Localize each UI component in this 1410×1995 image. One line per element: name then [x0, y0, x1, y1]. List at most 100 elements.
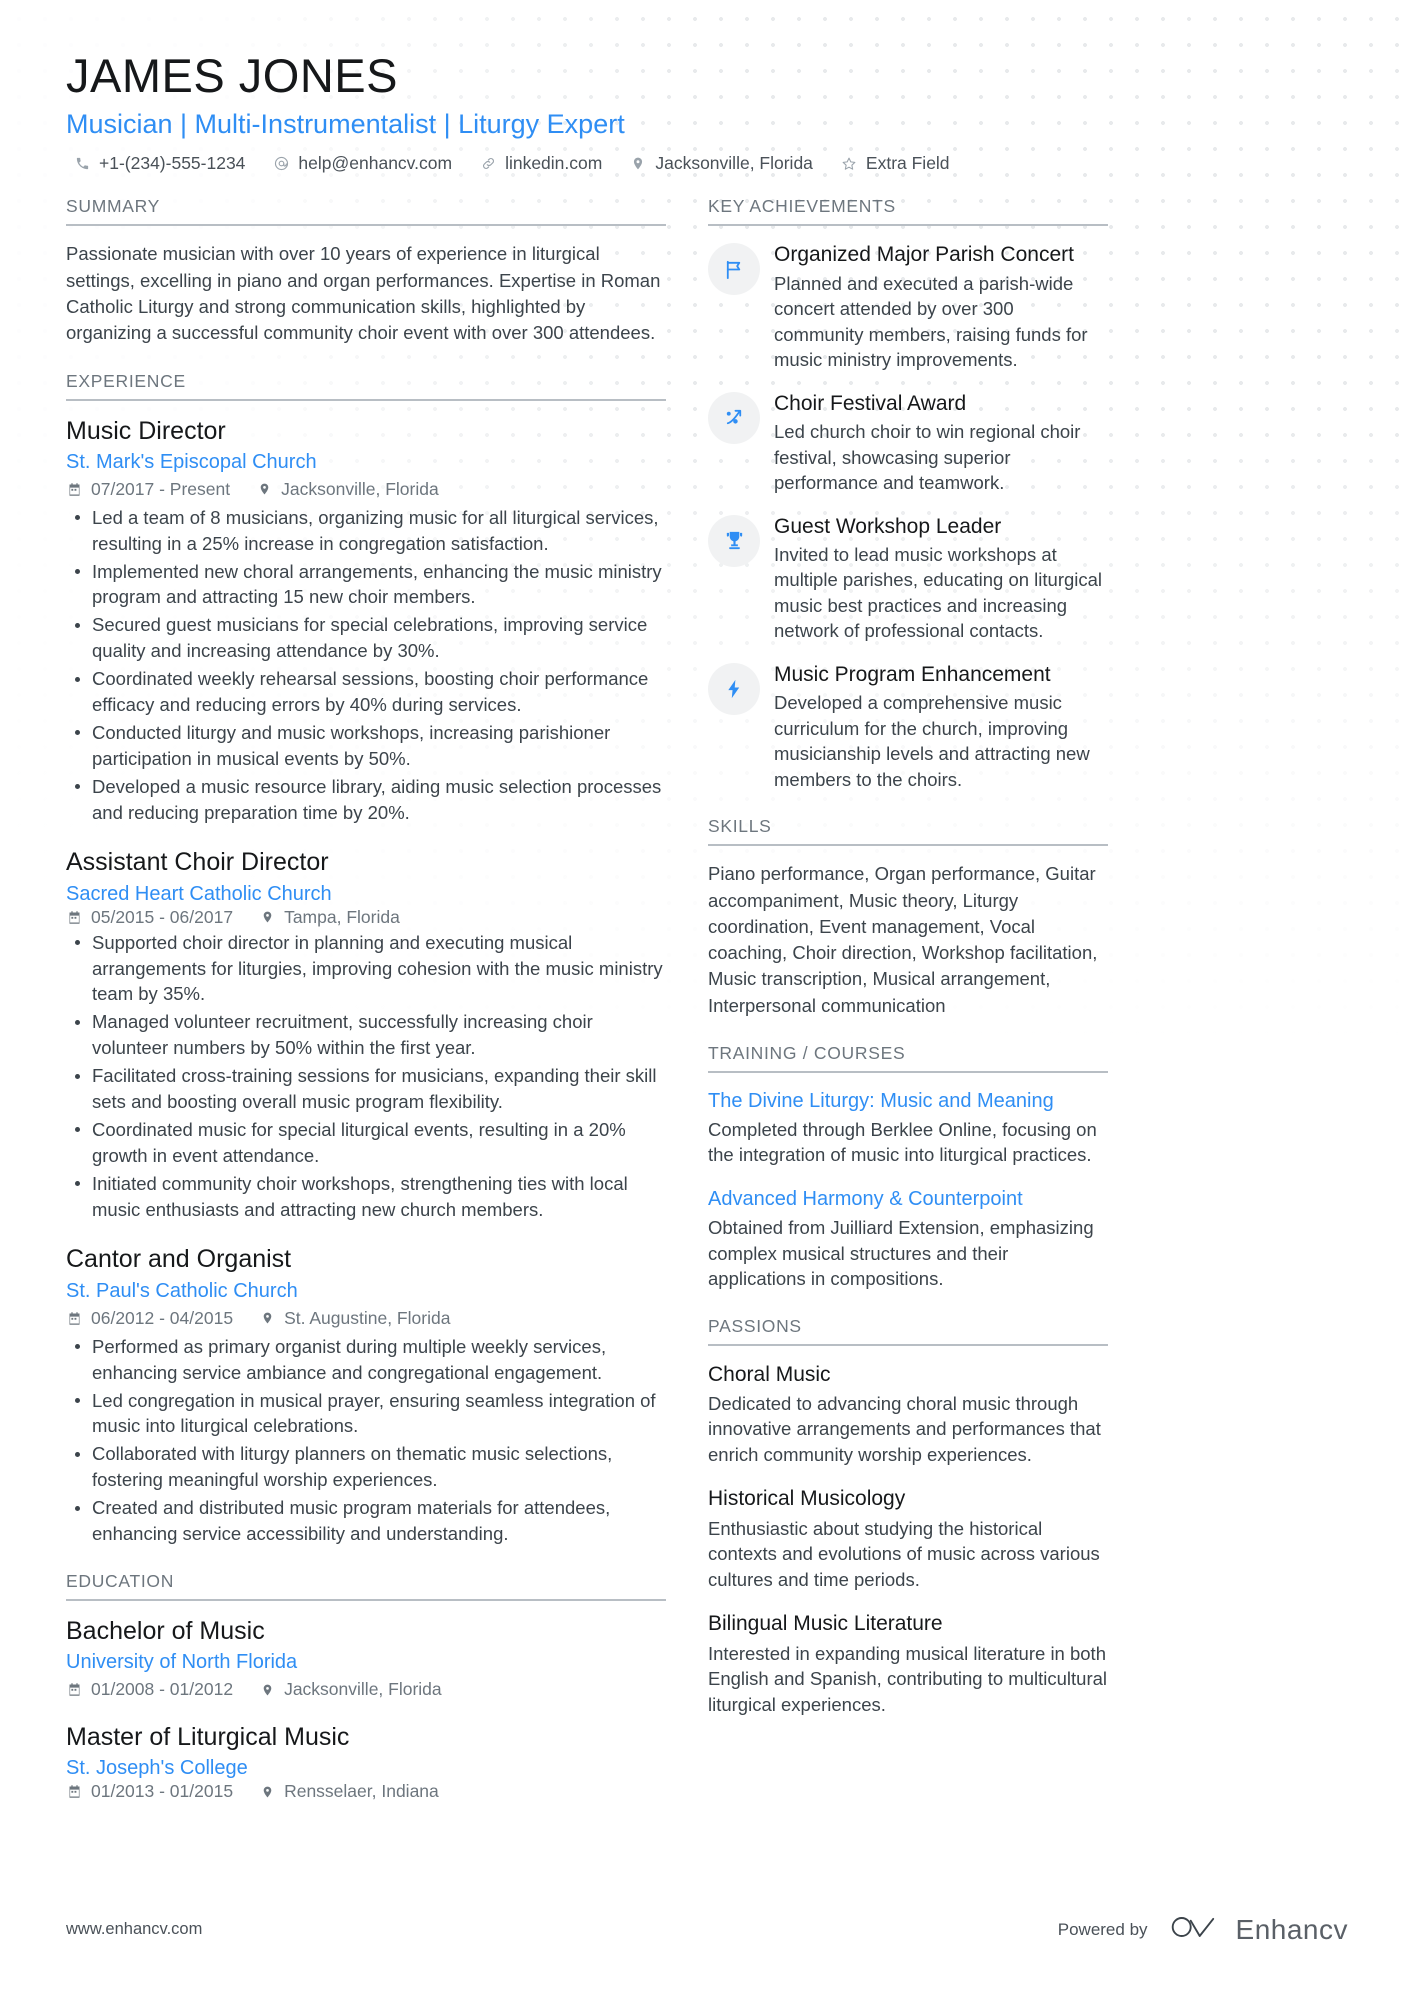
- achievement-item: Choir Festival Award Led church choir to …: [708, 390, 1108, 496]
- experience-dates-text: 05/2015 - 06/2017: [91, 906, 234, 927]
- achievement-title: Guest Workshop Leader: [774, 514, 1002, 538]
- education-institution[interactable]: St. Joseph's College: [66, 1755, 248, 1781]
- location-icon: [628, 155, 648, 172]
- experience-bullet: Implemented new choral arrangements, enh…: [66, 559, 666, 611]
- contact-location[interactable]: Jacksonville, Florida: [628, 153, 813, 174]
- training-course-description: Completed through Berklee Online, focusi…: [708, 1118, 1097, 1166]
- calendar-icon: [66, 1784, 83, 1799]
- passion-entry: Choral Music Dedicated to advancing chora…: [708, 1361, 1108, 1468]
- section-title-passions: PASSIONS: [708, 1316, 1108, 1346]
- education-location: Rensselaer, Indiana: [259, 1781, 439, 1802]
- section-title-summary: SUMMARY: [66, 196, 666, 227]
- experience-location: Tampa, Florida: [259, 907, 400, 928]
- education-location-text: Jacksonville, Florida: [284, 1679, 442, 1700]
- education-entry: Master of Liturgical Music St. Joseph's C…: [66, 1722, 666, 1802]
- passion-description: Dedicated to advancing choral music thro…: [708, 1392, 1101, 1465]
- passion-description: Enthusiastic about studying the historic…: [708, 1517, 1100, 1590]
- phone-icon: [72, 156, 92, 171]
- passion-title: Bilingual Music Literature: [708, 1612, 943, 1636]
- contact-phone[interactable]: +1-(234)-555-1234: [72, 153, 245, 174]
- experience-meta-row: 07/2017 - Present Jacksonville, Florida: [66, 479, 666, 500]
- education-dates: 01/2008 - 01/2012: [66, 1679, 233, 1700]
- section-title-key-achievements: KEY ACHIEVEMENTS: [708, 196, 1108, 227]
- experience-location: Jacksonville, Florida: [256, 479, 439, 500]
- education-meta-row: 01/2013 - 01/2015 Rensselaer, Indiana: [66, 1781, 465, 1802]
- education-degree-title: Bachelor of Music: [66, 1616, 265, 1645]
- education-entry: Bachelor of Music University of North Flo…: [66, 1616, 666, 1700]
- contact-extra-field[interactable]: Extra Field: [839, 153, 950, 174]
- page-footer: www.enhancv.com Powered by Enhancv: [0, 1912, 1410, 1947]
- passion-title: Choral Music: [708, 1362, 831, 1386]
- experience-location-text: Jacksonville, Florida: [281, 478, 439, 499]
- experience-job-title: Music Director: [66, 416, 226, 445]
- lightning-icon: [708, 663, 760, 715]
- trophy-icon: [708, 514, 760, 567]
- education-dates-text: 01/2013 - 01/2015: [91, 1781, 234, 1802]
- training-course-title[interactable]: Advanced Harmony & Counterpoint: [708, 1186, 1108, 1212]
- experience-meta-row: 06/2012 - 04/2015 St. Augustine, Florida: [66, 1308, 666, 1329]
- experience-bullet: Collaborated with liturgy planners on th…: [66, 1441, 666, 1493]
- achievement-body: Organized Major Parish Concert Planned an…: [774, 241, 1108, 372]
- experience-bullet: Secured guest musicians for special cele…: [66, 612, 666, 664]
- footer-branding: Powered by Enhancv: [1058, 1912, 1348, 1947]
- experience-organization[interactable]: St. Mark's Episcopal Church: [66, 449, 666, 475]
- page-title: JAMES JONES: [66, 49, 398, 102]
- section-key-achievements: KEY ACHIEVEMENTS Organized Major Parish …: [708, 196, 1108, 792]
- section-skills: SKILLS Piano performance, Organ performa…: [708, 816, 1108, 1019]
- passions-list: Choral Music Dedicated to advancing chora…: [708, 1361, 1108, 1718]
- location-pin-icon: [259, 1310, 276, 1326]
- contact-row: +1-(234)-555-1234 help@enhancv.com linke…: [66, 153, 1350, 174]
- section-experience: EXPERIENCE Music Director St. Mark's Epis…: [66, 371, 666, 1547]
- achievement-item: Music Program Enhancement Developed a com…: [708, 661, 1108, 792]
- experience-bullet-list: Performed as primary organist during mul…: [66, 1334, 666, 1547]
- experience-bullet: Created and distributed music program ma…: [66, 1495, 666, 1547]
- trending-up-icon: [708, 391, 760, 444]
- contact-email-text: help@enhancv.com: [298, 153, 453, 174]
- section-summary: SUMMARY Passionate musician with over 10…: [66, 196, 666, 346]
- experience-dates: 05/2015 - 06/2017: [66, 907, 233, 928]
- achievement-body: Music Program Enhancement Developed a com…: [774, 661, 1108, 792]
- location-pin-icon: [259, 1682, 276, 1698]
- experience-bullet-list: Supported choir director in planning and…: [66, 930, 666, 1223]
- achievement-description: Developed a comprehensive music curricul…: [774, 692, 1090, 790]
- left-column: SUMMARY Passionate musician with over 10…: [66, 196, 666, 1826]
- experience-bullet: Facilitated cross-training sessions for …: [66, 1063, 666, 1115]
- passion-entry: Historical Musicology Enthusiastic about …: [708, 1485, 1108, 1592]
- experience-dates-text: 06/2012 - 04/2015: [91, 1307, 234, 1328]
- experience-organization[interactable]: Sacred Heart Catholic Church: [66, 881, 332, 907]
- enhancv-logo-icon: [1170, 1912, 1224, 1947]
- section-title-training-courses: TRAINING / COURSES: [708, 1043, 1108, 1073]
- experience-entry: Assistant Choir Director Sacred Heart Cat…: [66, 847, 666, 1222]
- experience-entry: Music Director St. Mark's Episcopal Churc…: [66, 416, 666, 826]
- passion-description: Interested in expanding musical literatu…: [708, 1642, 1108, 1715]
- experience-list: Music Director St. Mark's Episcopal Churc…: [66, 416, 666, 1547]
- flag-icon: [708, 243, 760, 296]
- experience-job-title: Assistant Choir Director: [66, 848, 329, 877]
- contact-link[interactable]: linkedin.com: [478, 153, 602, 174]
- contact-email[interactable]: help@enhancv.com: [271, 153, 452, 174]
- section-education: EDUCATION Bachelor of Music University of…: [66, 1571, 666, 1803]
- contact-phone-text: +1-(234)-555-1234: [99, 153, 246, 174]
- training-entry: The Divine Liturgy: Music and Meaning Com…: [708, 1088, 1108, 1168]
- footer-website-url[interactable]: www.enhancv.com: [66, 1920, 202, 1939]
- achievement-title: Music Program Enhancement: [774, 663, 1051, 686]
- experience-job-title: Cantor and Organist: [66, 1245, 292, 1274]
- location-pin-icon: [259, 909, 276, 925]
- experience-bullet: Managed volunteer recruitment, successfu…: [66, 1009, 666, 1061]
- education-institution[interactable]: University of North Florida: [66, 1649, 666, 1675]
- summary-text: Passionate musician with over 10 years o…: [66, 243, 661, 344]
- right-column: KEY ACHIEVEMENTS Organized Major Parish …: [708, 196, 1108, 1741]
- calendar-icon: [66, 482, 83, 497]
- experience-bullet: Developed a music resource library, aidi…: [66, 774, 666, 826]
- skills-text: Piano performance, Organ performance, Gu…: [708, 863, 1098, 1016]
- achievement-description: Led church choir to win regional choir f…: [774, 421, 1081, 494]
- experience-organization[interactable]: St. Paul's Catholic Church: [66, 1278, 666, 1304]
- calendar-icon: [66, 1311, 83, 1326]
- training-course-title[interactable]: The Divine Liturgy: Music and Meaning: [708, 1088, 1108, 1114]
- achievement-body: Guest Workshop Leader Invited to lead mus…: [774, 513, 1108, 644]
- experience-bullet-list: Led a team of 8 musicians, organizing mu…: [66, 505, 666, 826]
- contact-link-text: linkedin.com: [505, 153, 603, 174]
- education-org-meta-row: St. Joseph's College 01/2013 - 01/2015 Ren…: [66, 1755, 666, 1802]
- education-location: Jacksonville, Florida: [259, 1679, 442, 1700]
- section-passions: PASSIONS Choral Music Dedicated to advanc…: [708, 1316, 1108, 1718]
